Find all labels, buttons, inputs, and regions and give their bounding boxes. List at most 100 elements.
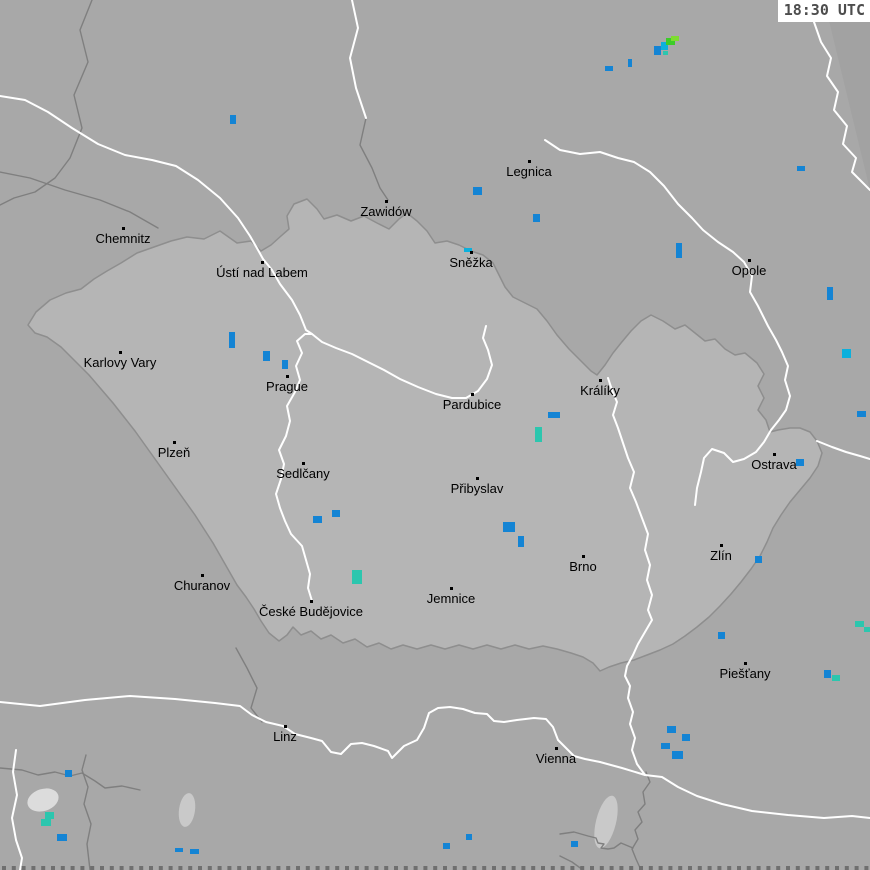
bottom-tick bbox=[325, 866, 330, 870]
radar-echo bbox=[796, 459, 804, 466]
bottom-tick bbox=[707, 866, 712, 870]
city-label: Piešťany bbox=[719, 666, 771, 681]
radar-echo bbox=[229, 332, 235, 348]
radar-echo bbox=[230, 115, 236, 124]
radar-echo bbox=[443, 843, 450, 849]
city-label: Zlín bbox=[710, 548, 732, 563]
bottom-tick bbox=[697, 866, 702, 870]
city-marker bbox=[470, 251, 473, 254]
bottom-tick bbox=[119, 866, 124, 870]
bottom-tick bbox=[639, 866, 643, 870]
city-label: Ústí nad Labem bbox=[216, 265, 308, 280]
bottom-tick bbox=[570, 866, 575, 870]
bottom-tick bbox=[854, 866, 859, 870]
radar-echo bbox=[718, 632, 725, 639]
radar-echo bbox=[663, 51, 668, 55]
bottom-tick bbox=[452, 866, 457, 870]
radar-echo bbox=[857, 411, 866, 417]
bottom-tick bbox=[315, 866, 320, 870]
bottom-tick bbox=[237, 866, 242, 870]
city-marker bbox=[302, 462, 305, 465]
radar-echo bbox=[661, 743, 670, 749]
bottom-tick bbox=[413, 866, 418, 870]
city-marker bbox=[201, 574, 204, 577]
city-marker bbox=[720, 544, 723, 547]
bottom-tick bbox=[580, 866, 585, 870]
bottom-tick bbox=[766, 866, 771, 870]
radar-echo bbox=[628, 59, 632, 67]
bottom-tick bbox=[443, 866, 447, 870]
bottom-tick bbox=[129, 866, 134, 870]
bottom-tick bbox=[11, 866, 16, 870]
bottom-tick bbox=[668, 866, 673, 870]
radar-echo bbox=[548, 412, 560, 418]
city-marker bbox=[471, 393, 474, 396]
bottom-tick bbox=[717, 866, 722, 870]
bottom-tick bbox=[590, 866, 594, 870]
bottom-tick bbox=[149, 866, 153, 870]
radar-echo bbox=[827, 287, 833, 300]
bottom-tick bbox=[844, 866, 849, 870]
bottom-tick bbox=[70, 866, 75, 870]
radar-echo bbox=[671, 36, 679, 41]
radar-echo bbox=[654, 46, 661, 55]
bottom-tick bbox=[158, 866, 163, 870]
bottom-tick bbox=[531, 866, 536, 870]
city-marker bbox=[476, 477, 479, 480]
radar-echo bbox=[65, 770, 72, 777]
city-label: Vienna bbox=[536, 751, 577, 766]
bottom-tick bbox=[51, 866, 55, 870]
radar-echo bbox=[755, 556, 762, 563]
city-marker bbox=[748, 259, 751, 262]
radar-echo bbox=[533, 214, 540, 222]
bottom-tick bbox=[482, 866, 487, 870]
city-label: Prague bbox=[266, 379, 308, 394]
radar-echo bbox=[175, 848, 183, 852]
bottom-tick bbox=[756, 866, 761, 870]
city-label: Zawidów bbox=[360, 204, 412, 219]
bottom-tick bbox=[109, 866, 114, 870]
bottom-tick bbox=[276, 866, 281, 870]
city-label: Sedlčany bbox=[276, 466, 330, 481]
bottom-tick bbox=[825, 866, 830, 870]
bottom-tick bbox=[501, 866, 506, 870]
radar-echo bbox=[682, 734, 690, 741]
bottom-tick bbox=[90, 866, 95, 870]
city-label: Pardubice bbox=[443, 397, 502, 412]
bottom-tick bbox=[374, 866, 379, 870]
bottom-tick bbox=[688, 866, 692, 870]
bottom-tick bbox=[727, 866, 732, 870]
bottom-tick bbox=[384, 866, 389, 870]
bottom-tick bbox=[21, 866, 26, 870]
bottom-tick bbox=[629, 866, 634, 870]
bottom-tick bbox=[462, 866, 467, 870]
city-label: Ostrava bbox=[751, 457, 797, 472]
radar-echo bbox=[824, 670, 831, 678]
radar-echo bbox=[263, 351, 270, 361]
radar-echo bbox=[466, 834, 472, 840]
bottom-tick bbox=[354, 866, 359, 870]
bottom-tick bbox=[31, 866, 36, 870]
radar-echo bbox=[832, 675, 840, 681]
city-label: Karlovy Vary bbox=[84, 355, 157, 370]
radar-map: Chemnitz Ústí nad Labem Zawidów Sněžka Legni… bbox=[0, 0, 870, 870]
city-marker bbox=[284, 725, 287, 728]
radar-echo bbox=[605, 66, 613, 71]
bottom-tick bbox=[805, 866, 810, 870]
bottom-tick bbox=[178, 866, 183, 870]
radar-echo bbox=[518, 536, 524, 547]
city-marker bbox=[286, 375, 289, 378]
city-marker bbox=[744, 662, 747, 665]
timestamp-text: 18:30 UTC bbox=[783, 1, 865, 19]
bottom-tick bbox=[198, 866, 202, 870]
city-marker bbox=[773, 453, 776, 456]
map-canvas: Chemnitz Ústí nad Labem Zawidów Sněžka Legni… bbox=[0, 0, 870, 870]
radar-echo bbox=[282, 360, 288, 369]
city-label: Králíky bbox=[580, 383, 620, 398]
bottom-tick bbox=[207, 866, 212, 870]
radar-echo bbox=[797, 166, 805, 171]
city-marker bbox=[582, 555, 585, 558]
bottom-tick bbox=[619, 866, 624, 870]
radar-echo bbox=[864, 627, 870, 632]
radar-echo bbox=[190, 849, 199, 854]
